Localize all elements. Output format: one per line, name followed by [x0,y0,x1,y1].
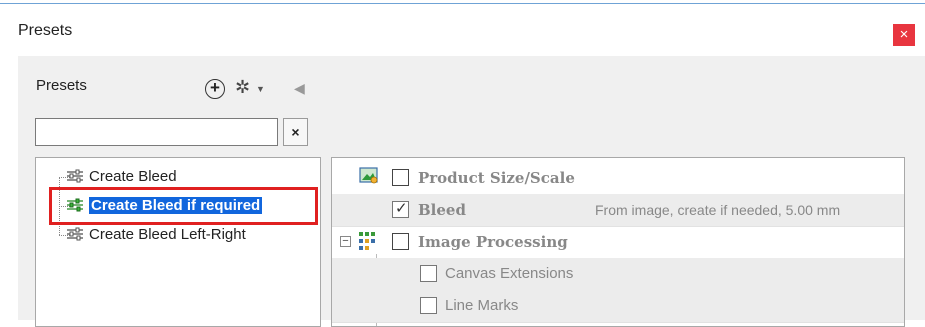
clear-search-button[interactable]: × [283,118,308,146]
option-label: Line Marks [445,297,519,314]
window-title: Presets [18,22,73,39]
highlight-annotation [49,187,318,225]
option-label: Canvas Extensions [445,265,574,282]
preset-item-create-bleed-left-right[interactable]: Create Bleed Left-Right [66,224,246,246]
close-button[interactable]: × [893,24,915,46]
checkmark-icon: ✓ [395,200,408,217]
line-marks-checkbox[interactable] [420,297,437,314]
option-label: Image Processing [418,233,568,251]
presets-tree: Create Bleed Create Bleed if required Cr… [35,157,321,327]
dropdown-arrow-icon[interactable]: ▼ [256,84,265,94]
option-row-canvas-extensions[interactable]: Canvas Extensions [332,258,904,291]
add-icon[interactable]: + [205,79,225,99]
window-top-border [0,3,925,4]
presets-label: Presets [36,77,87,94]
preset-label: Create Bleed [89,168,177,185]
image-processing-checkbox[interactable] [392,233,409,250]
option-label: Bleed [418,201,466,219]
search-input[interactable] [35,118,278,146]
canvas-extensions-checkbox[interactable] [420,265,437,282]
bleed-checkbox[interactable]: ✓ [392,200,409,218]
collapse-panel-icon[interactable]: ◀ [294,80,305,97]
options-grid: Product Size/Scale ✓ Bleed From image, c… [331,157,905,327]
preset-sliders-icon [67,227,83,241]
option-row-line-marks[interactable]: Line Marks [332,290,904,323]
option-row-bleed[interactable]: ✓ Bleed From image, create if needed, 5.… [332,194,904,227]
product-size-checkbox[interactable] [392,169,409,186]
preset-label: Create Bleed Left-Right [89,226,246,243]
preset-item-create-bleed[interactable]: Create Bleed [66,166,177,188]
product-size-icon [359,167,378,184]
option-label: Product Size/Scale [418,169,575,187]
collapse-toggle-icon[interactable]: − [340,236,351,247]
option-row-image-processing[interactable]: − Image Processing [332,226,904,259]
preset-sliders-icon [67,169,83,183]
gear-icon[interactable]: ✲ [235,77,250,98]
option-value: From image, create if needed, 5.00 mm [595,202,841,218]
option-row-product-size[interactable]: Product Size/Scale [332,162,904,195]
image-processing-icon [359,232,375,250]
